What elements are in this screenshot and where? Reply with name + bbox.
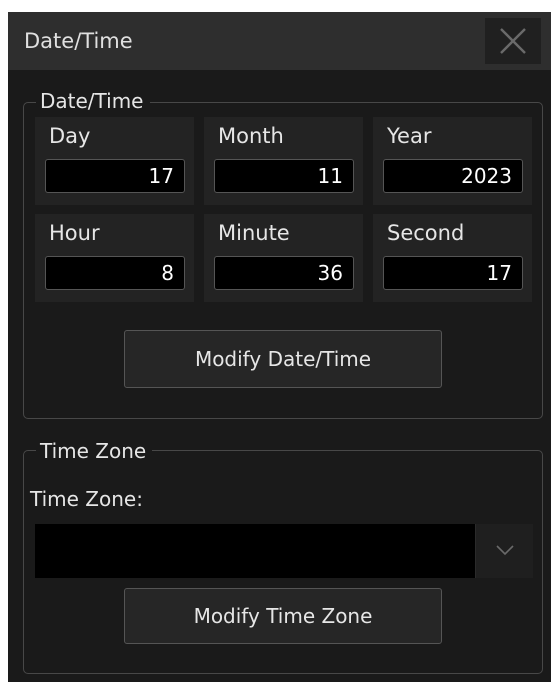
year-label: Year [387,124,432,148]
second-label: Second [387,221,465,245]
hour-label: Hour [49,221,100,245]
time-zone-dropdown-button[interactable] [475,524,533,578]
second-cell: Second 17 [373,214,532,302]
date-time-group-legend: Date/Time [36,88,150,114]
second-field[interactable]: 17 [383,256,523,290]
close-button[interactable] [485,18,541,64]
time-zone-select[interactable] [35,524,533,578]
time-zone-group-legend: Time Zone [36,438,153,464]
hour-field[interactable]: 8 [45,256,185,290]
minute-field[interactable]: 36 [214,256,354,290]
minute-label: Minute [218,221,290,245]
dialog-title: Date/Time [24,29,133,53]
month-label: Month [218,124,284,148]
month-field[interactable]: 11 [214,159,354,193]
chevron-down-icon [496,545,514,556]
close-icon [500,28,526,54]
day-field[interactable]: 17 [45,159,185,193]
modify-time-zone-button[interactable]: Modify Time Zone [124,588,442,644]
modify-date-time-button[interactable]: Modify Date/Time [124,330,442,388]
month-cell: Month 11 [204,117,363,205]
date-time-dialog: Date/Time Date/Time Day 17 Month 11 Year… [8,12,551,682]
minute-cell: Minute 36 [204,214,363,302]
hour-cell: Hour 8 [35,214,194,302]
year-field[interactable]: 2023 [383,159,523,193]
day-cell: Day 17 [35,117,194,205]
year-cell: Year 2023 [373,117,532,205]
time-zone-label: Time Zone: [30,487,143,511]
title-bar: Date/Time [8,12,551,70]
day-label: Day [49,124,91,148]
